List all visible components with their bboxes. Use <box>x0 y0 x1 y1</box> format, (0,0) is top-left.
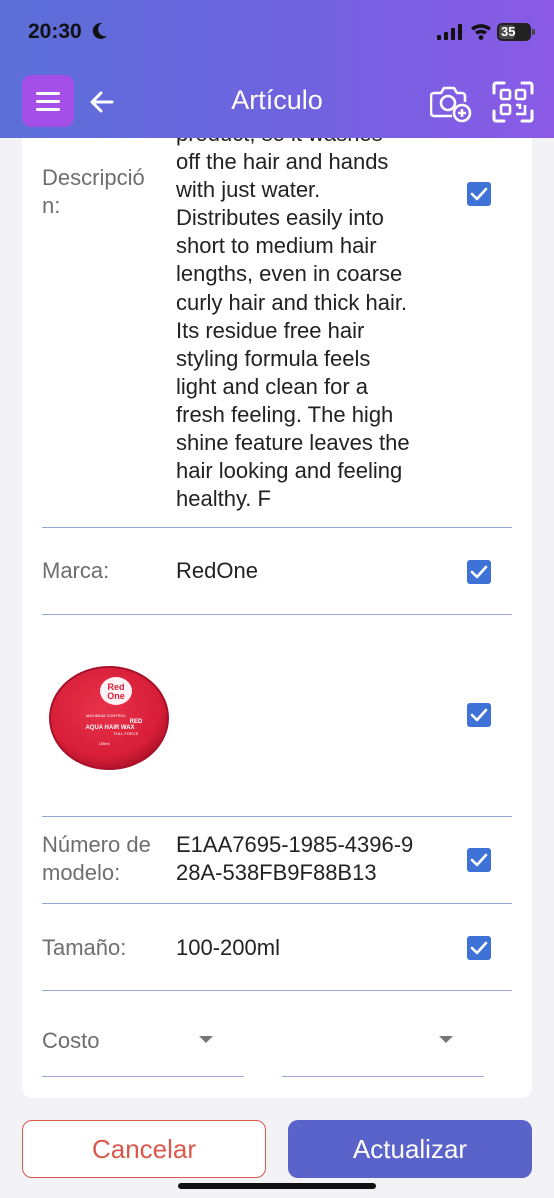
model-number-row: Número de modelo: E1AA7695-1985-4396-9 2… <box>42 817 512 904</box>
description-checkbox[interactable] <box>467 182 491 206</box>
size-checkbox[interactable] <box>467 936 491 960</box>
status-time: 20:30 <box>28 20 82 43</box>
brand-row: Marca: RedOne <box>42 528 512 615</box>
battery-icon: 35 <box>497 23 535 41</box>
camera-add-icon <box>429 86 472 123</box>
checkbox-icon <box>470 941 488 955</box>
description-row: Descripció n: product, so it washes off … <box>42 120 512 528</box>
app-header: 20:30 35 Artículo <box>0 0 554 138</box>
description-label: Descripció n: <box>42 165 145 218</box>
home-indicator <box>178 1183 376 1189</box>
checkbox-icon <box>470 853 488 867</box>
cancel-button[interactable]: Cancelar <box>22 1120 266 1178</box>
cost-select[interactable]: Costo <box>42 1020 244 1077</box>
wifi-icon <box>470 22 492 45</box>
brand-checkbox[interactable] <box>467 560 491 584</box>
dropdown-caret-icon <box>439 1036 453 1043</box>
model-number-label: Número de modelo: <box>42 832 151 885</box>
article-form-card: Descripció n: product, so it washes off … <box>22 120 532 1098</box>
product-line1: MAXIMUM CONTROL <box>86 713 127 718</box>
size-row: Tamaño: 100-200ml <box>42 904 512 991</box>
nav-bar: Artículo <box>0 75 554 129</box>
size-label: Tamaño: <box>42 935 127 960</box>
scan-icon <box>492 81 534 123</box>
product-line5: 150ml <box>99 741 110 746</box>
size-value[interactable]: 100-200ml <box>176 934 280 962</box>
model-number-checkbox[interactable] <box>467 848 491 872</box>
product-image[interactable]: Red One MAXIMUM CONTROL RED AQUA HAIR WA… <box>48 665 170 771</box>
moon-icon <box>92 22 108 45</box>
image-checkbox[interactable] <box>467 703 491 727</box>
brand-label: Marca: <box>42 558 110 583</box>
status-bar: 20:30 35 <box>0 20 554 48</box>
dropdown-caret-icon <box>199 1036 213 1043</box>
update-button[interactable]: Actualizar <box>288 1120 532 1178</box>
currency-select[interactable] <box>282 1020 484 1077</box>
product-line4: FULL FORCE <box>114 731 139 736</box>
signal-icon <box>437 24 463 45</box>
checkbox-icon <box>470 187 488 201</box>
cost-label: Costo <box>42 1028 100 1053</box>
camera-add-button[interactable] <box>429 83 472 123</box>
brand-value[interactable]: RedOne <box>176 557 258 585</box>
model-number-value[interactable]: E1AA7695-1985-4396-9 28A-538FB9F88B13 <box>176 831 456 887</box>
battery-level: 35 <box>501 24 516 39</box>
svg-text:One: One <box>107 691 125 701</box>
checkbox-icon <box>470 565 488 579</box>
image-row: Red One MAXIMUM CONTROL RED AQUA HAIR WA… <box>42 615 512 817</box>
scan-button[interactable] <box>492 81 534 123</box>
checkbox-icon <box>470 708 488 722</box>
description-value[interactable]: product, so it washes off the hair and h… <box>176 120 446 513</box>
